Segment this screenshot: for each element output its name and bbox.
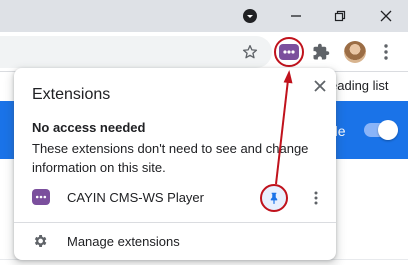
popup-close-button[interactable] (308, 74, 332, 98)
menu-circle-icon (243, 9, 257, 23)
extensions-button[interactable] (307, 38, 335, 66)
address-bar[interactable] (0, 36, 272, 68)
puzzle-icon (313, 43, 330, 60)
more-vert-icon (384, 44, 388, 60)
minimize-icon (291, 15, 301, 17)
extension-row[interactable]: CAYIN CMS-WS Player (14, 180, 336, 216)
close-window-button[interactable] (372, 4, 400, 28)
tab-search-button[interactable] (236, 4, 264, 28)
extension-name: CAYIN CMS-WS Player (67, 190, 204, 205)
browser-menu-button[interactable] (372, 38, 400, 66)
extension-more-button[interactable] (304, 186, 328, 210)
restore-icon (334, 10, 346, 22)
star-icon (242, 45, 258, 59)
popup-title: Extensions (32, 86, 111, 103)
close-icon (314, 80, 326, 92)
browser-window: eading list de Extensions No access need… (0, 0, 408, 265)
bookmark-star-button[interactable] (236, 38, 264, 66)
more-vert-icon (314, 191, 318, 205)
manage-extensions-label: Manage extensions (67, 234, 180, 249)
restore-button[interactable] (326, 4, 354, 28)
close-icon (380, 10, 392, 22)
section-description: These extensions don't need to see and c… (32, 141, 309, 175)
reading-list-link[interactable]: eading list (330, 78, 389, 93)
pin-icon (270, 192, 278, 204)
pin-button[interactable] (260, 184, 288, 212)
manage-extensions-button[interactable]: Manage extensions (14, 226, 336, 256)
avatar (344, 41, 366, 63)
highlight-ring-toolbar (274, 37, 304, 67)
page-toggle-knob (378, 120, 398, 140)
gear-icon (34, 235, 47, 247)
popup-divider (14, 222, 336, 223)
extensions-popup: Extensions No access needed These extens… (14, 68, 336, 260)
profile-button[interactable] (341, 38, 369, 66)
minimize-button[interactable] (282, 4, 310, 28)
cayin-extension-icon (32, 189, 50, 205)
browser-toolbar (0, 32, 408, 72)
title-bar (0, 0, 408, 32)
section-title: No access needed (32, 120, 146, 135)
